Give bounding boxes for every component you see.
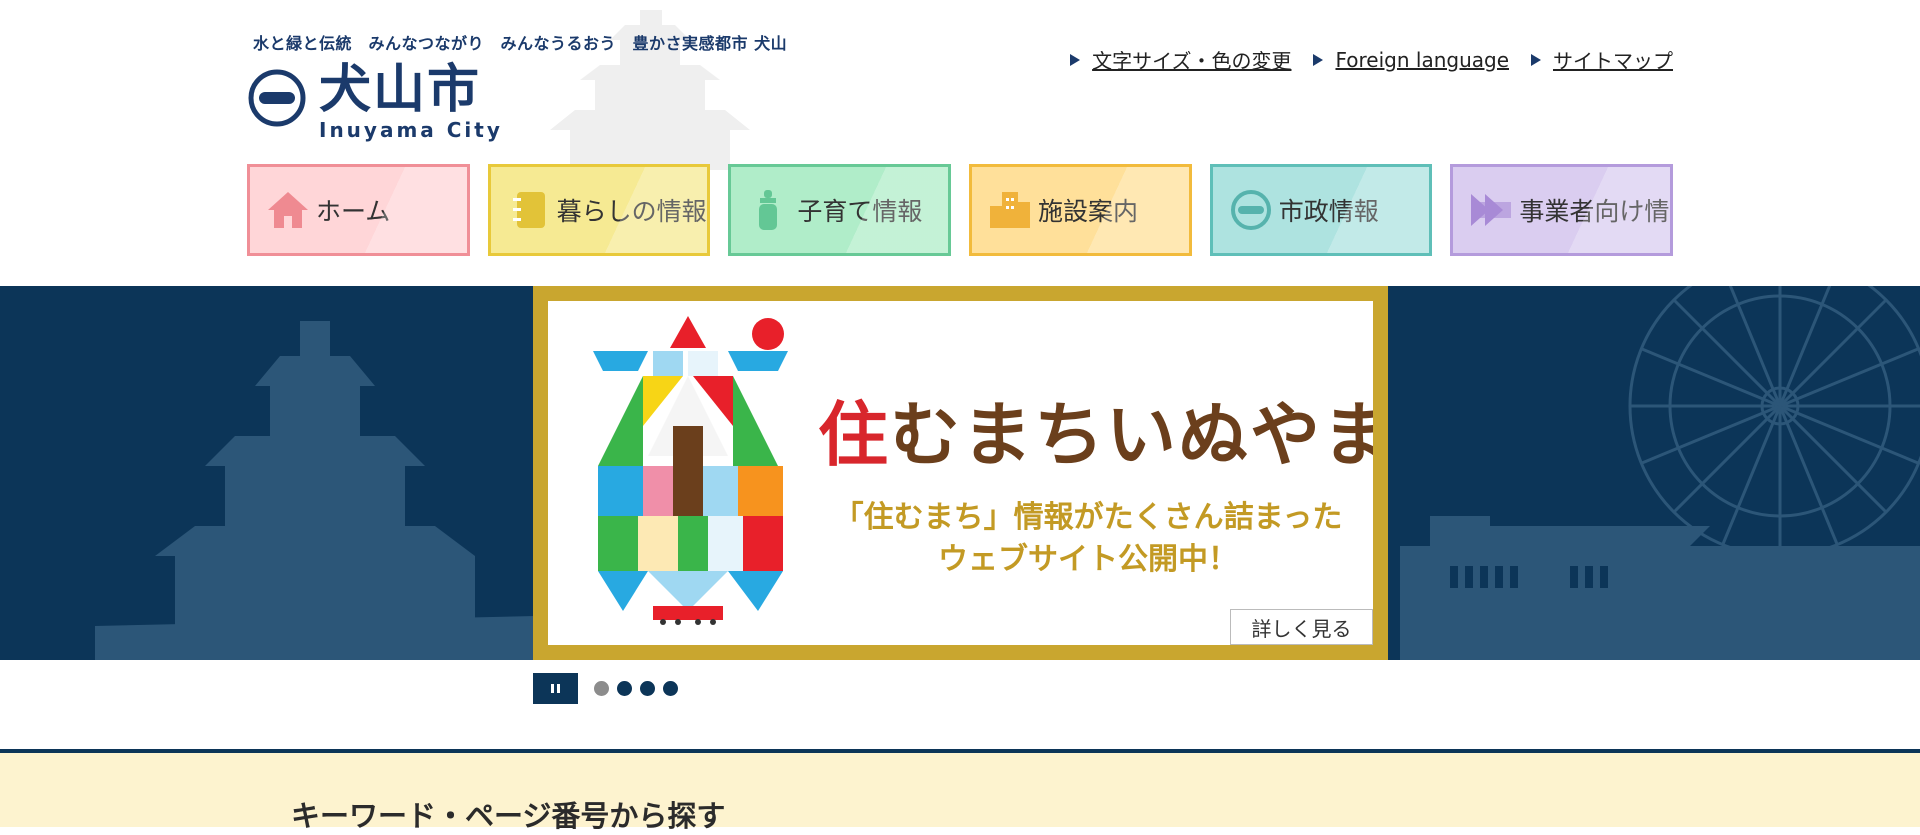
nav-living-label: 暮らしの情報 <box>556 197 707 226</box>
slider-dot[interactable] <box>663 681 678 696</box>
nav-childcare-label: 子育て情報 <box>797 197 923 226</box>
nav-business-label: 事業者向け情報 <box>1519 197 1670 226</box>
castle-watermark <box>550 10 750 170</box>
triangle-right-icon <box>1531 53 1541 66</box>
utility-links: 文字サイズ・色の変更 Foreign language サイトマップ <box>1070 45 1673 74</box>
buildings-icon <box>990 192 1031 228</box>
search-section: キーワード・ページ番号から探す <box>0 749 1920 833</box>
triangle-right-icon <box>1313 53 1324 66</box>
city-tagline: 水と緑と伝統 みんなつながり みんなうるおう 豊かさ実感都市 犬山 <box>253 34 788 53</box>
nav-home[interactable]: ホーム <box>247 164 470 256</box>
sitemap-link[interactable]: サイトマップ <box>1531 45 1673 74</box>
slide-subtitle: 「住むまち」情報がたくさん詰まった ウェブサイト公開中！ <box>833 500 1343 577</box>
notebook-icon <box>512 192 545 228</box>
font-color-link[interactable]: 文字サイズ・色の変更 <box>1070 45 1291 74</box>
nav-business[interactable]: 事業者向け情報 <box>1450 164 1674 256</box>
slide-frame[interactable]: 住むまちいぬやま 「住むまち」情報がたくさん詰まった ウェブサイト公開中！ 詳し… <box>533 286 1388 660</box>
home-icon <box>268 192 308 228</box>
slider-controls <box>533 673 678 704</box>
baby-bottle-icon <box>759 190 778 230</box>
arrows-icon <box>1471 194 1512 226</box>
nav-city-admin[interactable]: 市政情報 <box>1209 164 1433 256</box>
global-nav: ホーム 暮らしの情報 子育て情報 施設案内 市政情報 事業者向け情報 <box>247 164 1674 256</box>
city-emblem-icon <box>1230 190 1271 230</box>
read-more-button[interactable]: 詳しく見る <box>1230 609 1373 645</box>
pause-button[interactable] <box>533 673 578 704</box>
site-logo[interactable]: 犬山市 Inuyama City <box>247 62 503 142</box>
nav-facilities-label: 施設案内 <box>1038 197 1139 226</box>
nav-living[interactable]: 暮らしの情報 <box>487 164 711 256</box>
logo-title: 犬山市 <box>319 60 482 120</box>
slider-dot[interactable] <box>594 681 609 696</box>
hero-slider: 住むまちいぬやま 「住むまち」情報がたくさん詰まった ウェブサイト公開中！ 詳し… <box>0 286 1920 660</box>
slide-banner[interactable]: 住むまちいぬやま 「住むまち」情報がたくさん詰まった ウェブサイト公開中！ 詳し… <box>548 301 1373 645</box>
foreign-language-link[interactable]: Foreign language <box>1313 45 1509 74</box>
triangle-right-icon <box>1070 53 1081 66</box>
pause-icon <box>551 684 554 693</box>
house-mosaic-illustration <box>593 316 788 625</box>
slider-dot[interactable] <box>617 681 632 696</box>
nav-facilities[interactable]: 施設案内 <box>969 164 1192 256</box>
search-heading: キーワード・ページ番号から探す <box>291 799 726 833</box>
nav-home-label: ホーム <box>316 197 391 226</box>
slider-dot[interactable] <box>640 681 655 696</box>
slider-dots <box>594 681 678 696</box>
ferris-wheel-silhouette <box>1400 286 1920 660</box>
slide-title: 住むまちいぬやま <box>818 394 1373 476</box>
site-header: 水と緑と伝統 みんなつながり みんなうるおう 豊かさ実感都市 犬山 犬山市 In… <box>0 0 1920 286</box>
logo-subtitle: Inuyama City <box>319 118 503 142</box>
nav-childcare[interactable]: 子育て情報 <box>728 164 952 256</box>
nav-city-admin-label: 市政情報 <box>1278 197 1379 226</box>
castle-silhouette <box>95 321 535 660</box>
city-emblem-icon <box>248 69 306 127</box>
